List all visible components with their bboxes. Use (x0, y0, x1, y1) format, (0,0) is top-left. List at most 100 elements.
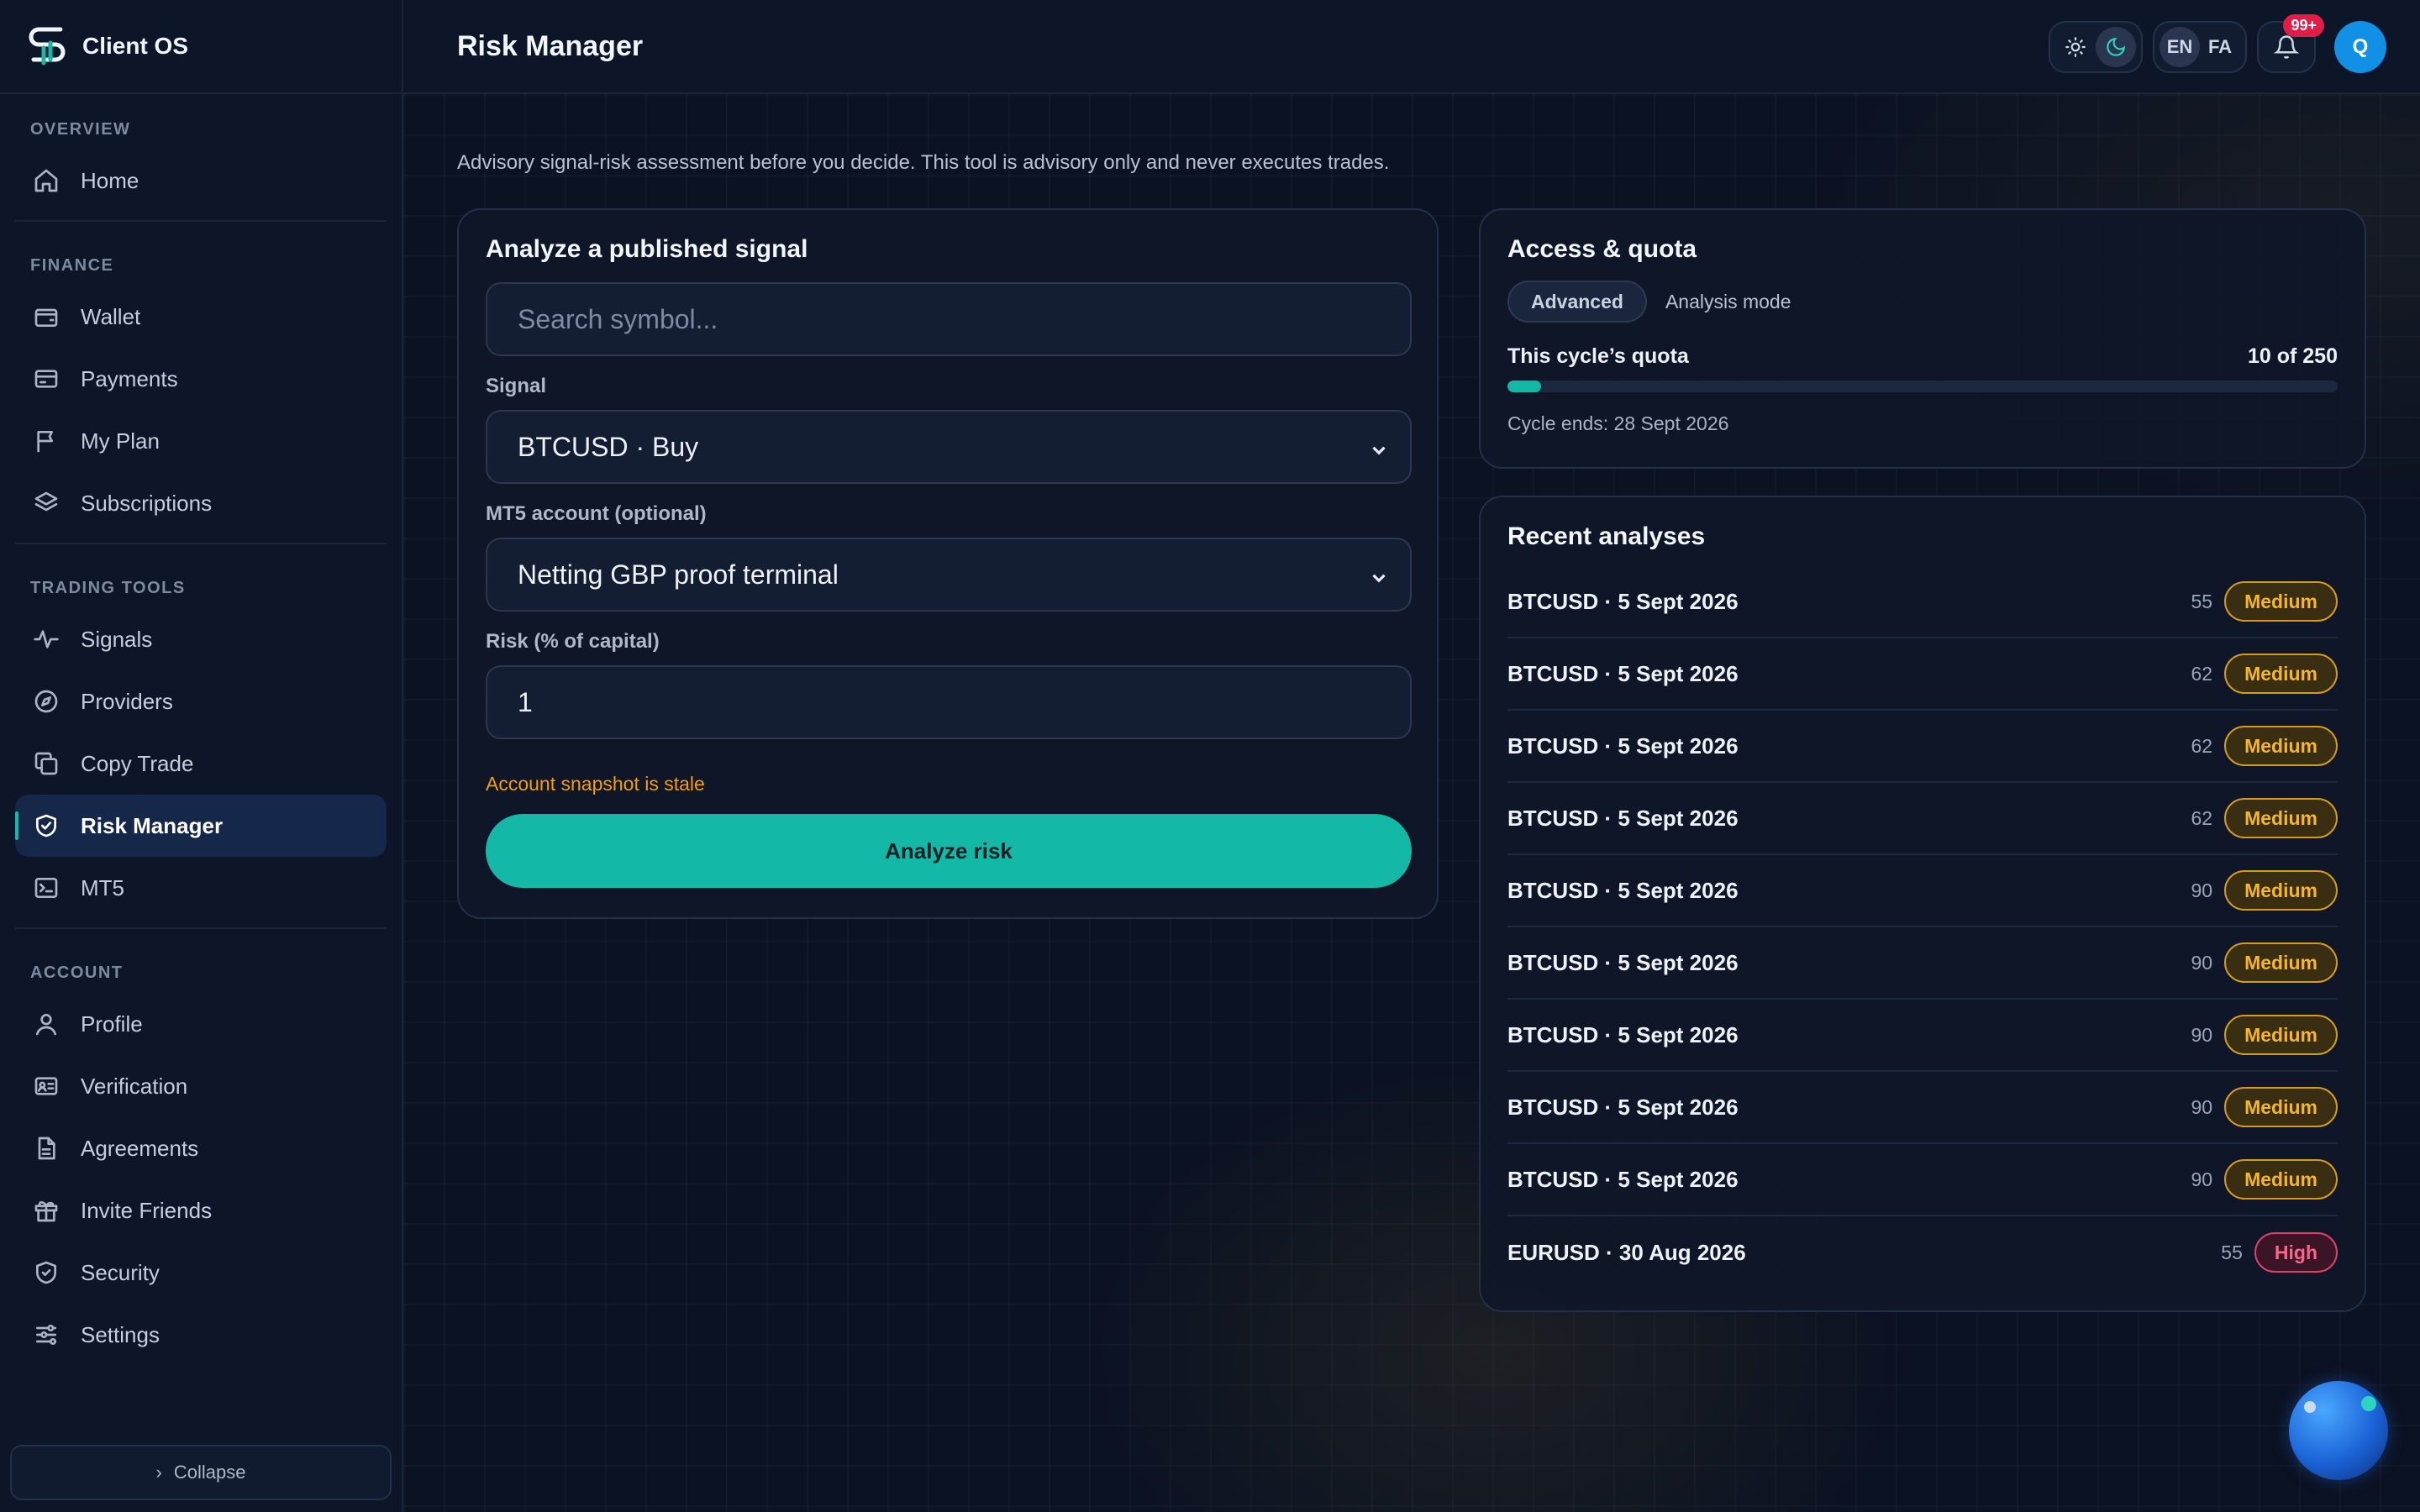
analysis-name: BTCUSD · 5 Sept 2026 (1507, 588, 1739, 614)
sidebar-item-label: Subscriptions (81, 490, 213, 516)
sidebar-item-verification[interactable]: Verification (15, 1055, 387, 1117)
list-item[interactable]: BTCUSD · 5 Sept 2026 90 Medium (1507, 855, 2338, 927)
list-item[interactable]: BTCUSD · 5 Sept 2026 62 Medium (1507, 638, 2338, 711)
mode-label: Analysis mode (1665, 290, 1791, 312)
analysis-mode-row: Advanced Analysis mode (1507, 281, 2338, 323)
mode-chip: Advanced (1507, 281, 1647, 323)
lang-en-button[interactable]: EN (2160, 27, 2200, 67)
sidebar-item-mt5[interactable]: MT5 (15, 857, 387, 919)
signal-label: Signal (486, 375, 547, 397)
page-subtitle: Advisory signal-risk assessment before y… (457, 151, 1390, 174)
analysis-name: BTCUSD · 5 Sept 2026 (1507, 805, 1739, 831)
analysis-score: 90 (2191, 1168, 2213, 1190)
document-icon (32, 1134, 60, 1163)
sliders-icon (32, 1320, 60, 1349)
compass-icon (32, 687, 60, 716)
list-item[interactable]: BTCUSD · 5 Sept 2026 62 Medium (1507, 783, 2338, 855)
nav-section-title: ACCOUNT (30, 963, 124, 982)
sidebar-item-risk-manager[interactable]: Risk Manager (15, 795, 387, 857)
analysis-score: 90 (2191, 951, 2213, 974)
analysis-result: 55 Medium (2191, 581, 2338, 622)
analysis-name: BTCUSD · 5 Sept 2026 (1507, 732, 1739, 759)
sidebar-item-label: Copy Trade (81, 750, 194, 776)
analysis-result: 90 Medium (2191, 1087, 2338, 1127)
list-item[interactable]: BTCUSD · 5 Sept 2026 90 Medium (1507, 1072, 2338, 1144)
analysis-name: BTCUSD · 5 Sept 2026 (1507, 949, 1739, 975)
sidebar-item-label: Signals (81, 626, 153, 652)
notifications-button[interactable]: 99+ (2257, 14, 2324, 73)
sidebar-item-label: Security (81, 1259, 160, 1285)
risk-level-badge: Medium (2224, 726, 2338, 766)
collapse-label: Collapse (173, 1462, 246, 1483)
analysis-result: 62 Medium (2191, 798, 2338, 838)
chevron-down-icon (1368, 437, 1390, 459)
sidebar-item-payments[interactable]: Payments (15, 348, 387, 410)
sidebar-item-subscriptions[interactable]: Subscriptions (15, 472, 387, 534)
theme-toggle (2049, 21, 2143, 73)
quota-row: This cycle’s quota 10 of 250 (1507, 344, 2338, 369)
sidebar-item-label: Verification (81, 1073, 188, 1099)
analyze-risk-button[interactable]: Analyze risk (486, 814, 1412, 888)
sidebar-item-settings[interactable]: Settings (15, 1304, 387, 1366)
sidebar-item-copy-trade[interactable]: Copy Trade (15, 732, 387, 795)
sidebar-item-wallet[interactable]: Wallet (15, 286, 387, 348)
quota-value: 10 of 250 (2247, 344, 2338, 368)
recent-analyses-card: Recent analyses BTCUSD · 5 Sept 2026 55 Me… (1479, 496, 2366, 1312)
analysis-result: 90 Medium (2191, 1015, 2338, 1055)
sidebar-item-label: Risk Manager (81, 812, 224, 838)
cycle-ends: Cycle ends: 28 Sept 2026 (1507, 412, 1729, 434)
avatar[interactable]: Q (2334, 21, 2386, 73)
access-quota-card: Access & quota Advanced Analysis mode Th… (1479, 208, 2366, 469)
sidebar-item-invite-friends[interactable]: Invite Friends (15, 1179, 387, 1242)
shield-icon (32, 1258, 60, 1287)
list-item[interactable]: BTCUSD · 5 Sept 2026 90 Medium (1507, 1000, 2338, 1072)
risk-level-badge: Medium (2224, 870, 2338, 911)
list-item[interactable]: EURUSD · 30 Aug 2026 55 High (1507, 1216, 2338, 1289)
list-item[interactable]: BTCUSD · 5 Sept 2026 55 Medium (1507, 566, 2338, 638)
home-icon (32, 166, 60, 195)
dark-mode-button[interactable] (2096, 27, 2136, 67)
list-item[interactable]: BTCUSD · 5 Sept 2026 90 Medium (1507, 1144, 2338, 1216)
mt5-account-select[interactable]: Netting GBP proof terminal (486, 538, 1412, 612)
brand[interactable]: Client OS (0, 0, 402, 94)
notification-count-badge: 99+ (2283, 14, 2324, 37)
quota-label: This cycle’s quota (1507, 344, 1689, 368)
sidebar-item-security[interactable]: Security (15, 1242, 387, 1304)
sidebar-item-agreements[interactable]: Agreements (15, 1117, 387, 1179)
risk-input[interactable]: 1 (486, 665, 1412, 739)
analyze-card-title: Analyze a published signal (486, 235, 808, 263)
collapse-button[interactable]: › Collapse (10, 1445, 392, 1500)
assistant-orb-button[interactable] (2289, 1381, 2388, 1480)
sidebar-item-home[interactable]: Home (15, 150, 387, 212)
analysis-score: 62 (2191, 662, 2213, 685)
sidebar-item-signals[interactable]: Signals (15, 608, 387, 670)
lang-fa-button[interactable]: FA (2200, 27, 2240, 67)
analyze-signal-card: Analyze a published signal Search symbol… (457, 208, 1439, 919)
chevron-down-icon (1368, 564, 1390, 586)
top-bar: Risk Manager EN FA 99+ Q (403, 0, 2420, 94)
risk-level-badge: High (2254, 1232, 2338, 1273)
sidebar-item-profile[interactable]: Profile (15, 993, 387, 1055)
header-actions: EN FA 99+ Q (2039, 14, 2386, 76)
signal-select[interactable]: BTCUSD · Buy (486, 410, 1412, 484)
wallet-icon (32, 302, 60, 331)
analysis-score: 90 (2191, 1095, 2213, 1118)
list-item[interactable]: BTCUSD · 5 Sept 2026 90 Medium (1507, 927, 2338, 1000)
gift-icon (32, 1196, 60, 1225)
credit-card-icon (32, 365, 60, 393)
analysis-result: 90 Medium (2191, 870, 2338, 911)
id-card-icon (32, 1072, 60, 1100)
risk-level-badge: Medium (2224, 654, 2338, 694)
sidebar-item-my-plan[interactable]: My Plan (15, 410, 387, 472)
sidebar-item-providers[interactable]: Providers (15, 670, 387, 732)
risk-level-badge: Medium (2224, 1015, 2338, 1055)
symbol-search-input[interactable]: Search symbol... (486, 282, 1412, 356)
light-mode-button[interactable] (2055, 27, 2096, 67)
analysis-name: EURUSD · 30 Aug 2026 (1507, 1239, 1746, 1265)
shield-check-icon (32, 811, 60, 840)
quota-progress-fill (1507, 381, 1541, 392)
analysis-result: 62 Medium (2191, 654, 2338, 694)
copy-icon (32, 749, 60, 778)
list-item[interactable]: BTCUSD · 5 Sept 2026 62 Medium (1507, 711, 2338, 783)
risk-level-badge: Medium (2224, 942, 2338, 983)
